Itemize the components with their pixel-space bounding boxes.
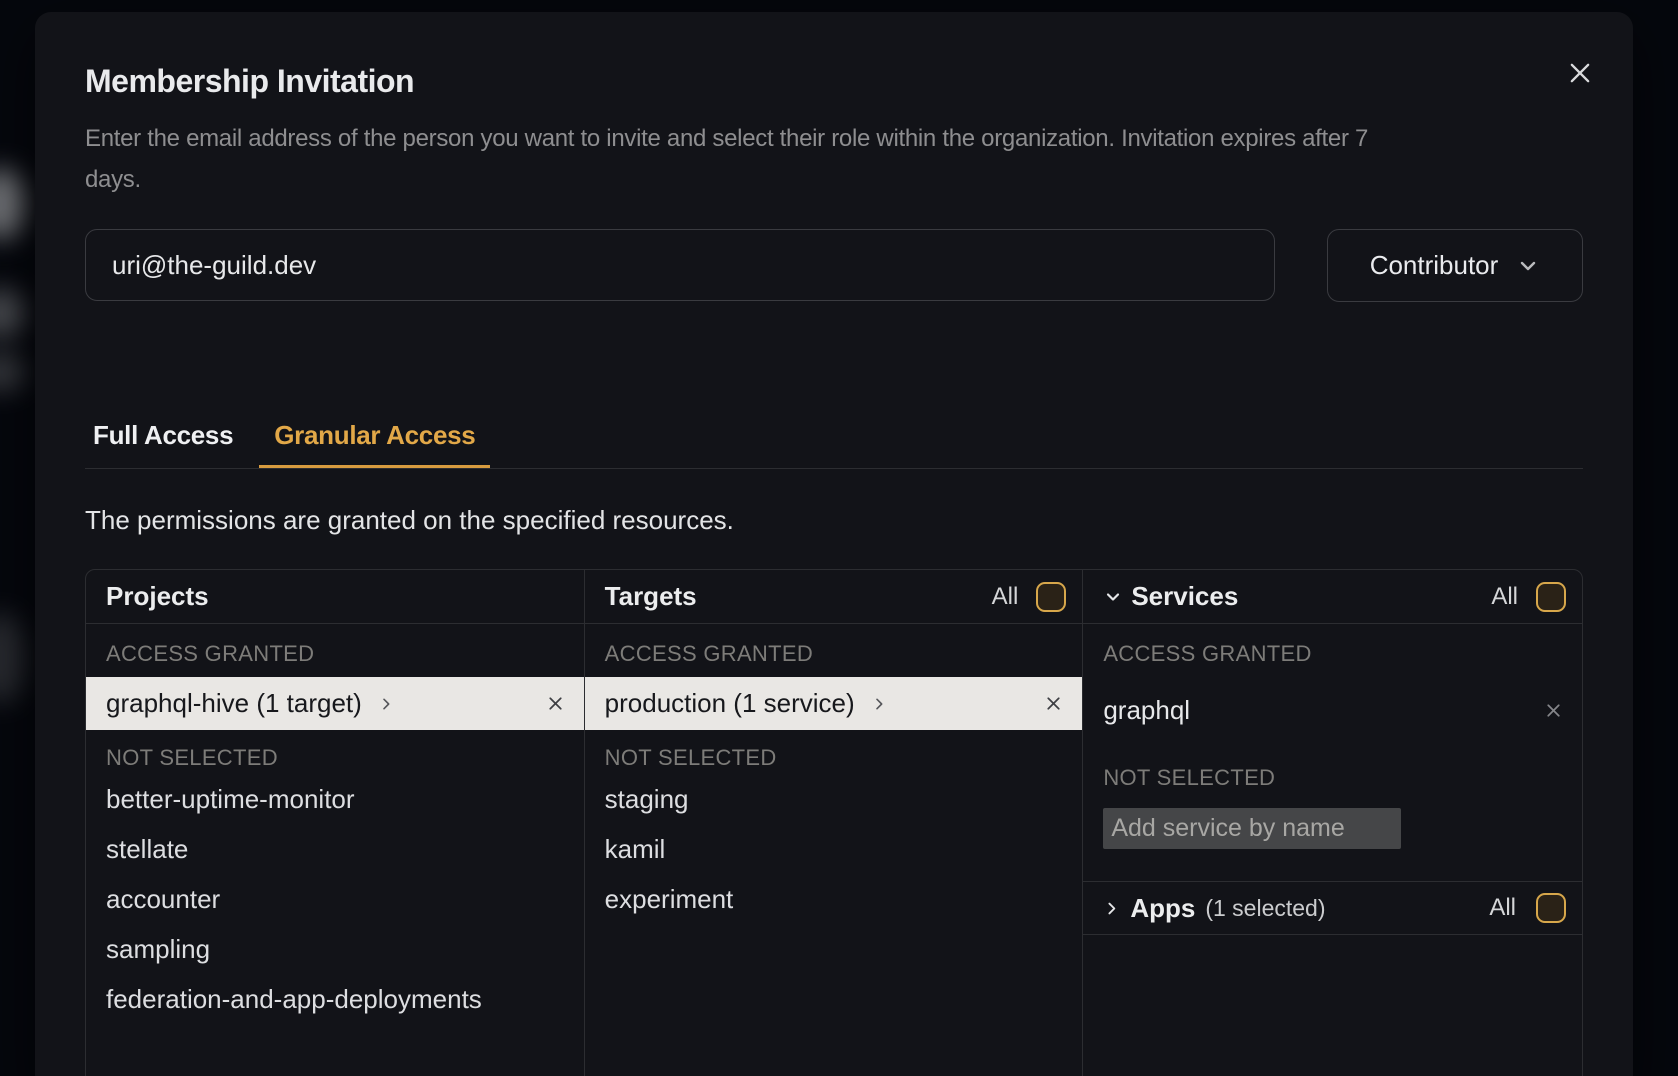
screen-background: Membership Invitation Enter the email ad… — [0, 0, 1678, 1076]
targets-list: stagingkamilexperiment — [585, 774, 1083, 924]
remove-project-icon[interactable] — [545, 693, 566, 714]
close-icon — [1566, 59, 1594, 87]
resource-list-item[interactable]: sampling — [86, 924, 584, 974]
backdrop-blur-blob — [0, 288, 26, 338]
apps-title: Apps — [1130, 893, 1195, 924]
description-line: Enter the email address of the person yo… — [85, 118, 1583, 159]
selected-target-row[interactable]: production (1 service) — [585, 677, 1083, 730]
targets-column-title: Targets — [605, 581, 697, 612]
role-select-value: Contributor — [1370, 250, 1499, 281]
targets-header: Targets All — [585, 570, 1083, 624]
targets-all-label: All — [992, 583, 1019, 611]
close-button[interactable] — [1563, 56, 1597, 90]
dialog-title: Membership Invitation — [85, 63, 1583, 100]
remove-service-icon[interactable] — [1543, 700, 1564, 721]
chevron-down-icon — [1103, 587, 1123, 607]
description-line: days. — [85, 159, 1583, 200]
selected-target-label: production (1 service) — [605, 688, 855, 719]
email-input[interactable] — [85, 229, 1275, 301]
projects-header: Projects — [86, 570, 584, 624]
remove-target-icon[interactable] — [1043, 693, 1064, 714]
dialog-description: Enter the email address of the person yo… — [85, 118, 1583, 200]
granted-service-row[interactable]: graphql — [1083, 682, 1582, 738]
backdrop-blur-blob — [0, 168, 26, 240]
targets-all-checkbox[interactable] — [1036, 582, 1066, 612]
projects-column: Projects ACCESS GRANTED graphql-hive (1 … — [86, 570, 585, 1076]
selected-project-label: graphql-hive (1 target) — [106, 688, 362, 719]
targets-not-selected-label: NOT SELECTED — [585, 742, 1083, 774]
resource-list-item[interactable]: federation-and-app-deployments — [86, 974, 584, 1024]
services-not-selected-label: NOT SELECTED — [1083, 762, 1582, 794]
role-select[interactable]: Contributor — [1327, 229, 1583, 302]
backdrop-blur-blob — [0, 352, 26, 392]
services-all-label: All — [1491, 583, 1518, 611]
resource-list-item[interactable]: stellate — [86, 824, 584, 874]
apps-count: (1 selected) — [1205, 895, 1325, 922]
apps-row[interactable]: Apps (1 selected) All — [1083, 881, 1582, 935]
targets-access-granted-label: ACCESS GRANTED — [585, 638, 1083, 670]
projects-column-title: Projects — [106, 581, 209, 612]
chevron-down-icon — [1516, 254, 1540, 278]
resources-table: Projects ACCESS GRANTED graphql-hive (1 … — [85, 569, 1583, 1076]
resource-list-item[interactable]: better-uptime-monitor — [86, 774, 584, 824]
services-column-title: Services — [1131, 581, 1238, 612]
chevron-right-icon — [378, 696, 394, 712]
services-access-granted-label: ACCESS GRANTED — [1083, 638, 1582, 670]
resource-list-item[interactable]: accounter — [86, 874, 584, 924]
projects-list: better-uptime-monitorstellateaccountersa… — [86, 774, 584, 1024]
backdrop-blur-blob — [0, 612, 26, 704]
services-column: Services All ACCESS GRANTED graphql NOT … — [1083, 570, 1582, 1076]
membership-invitation-dialog: Membership Invitation Enter the email ad… — [35, 12, 1633, 1076]
services-all-checkbox[interactable] — [1536, 582, 1566, 612]
tab-granular-access[interactable]: Granular Access — [259, 420, 490, 468]
add-service-input[interactable] — [1103, 808, 1401, 849]
selected-project-row[interactable]: graphql-hive (1 target) — [86, 677, 584, 730]
access-tabs: Full Access Granular Access — [85, 420, 1583, 469]
resource-list-item[interactable]: experiment — [585, 874, 1083, 924]
granted-service-label: graphql — [1103, 695, 1190, 726]
resource-list-item[interactable]: kamil — [585, 824, 1083, 874]
chevron-right-icon — [1103, 900, 1120, 917]
projects-access-granted-label: ACCESS GRANTED — [86, 638, 584, 670]
invite-form-row: Contributor — [85, 229, 1583, 302]
tab-full-access[interactable]: Full Access — [85, 420, 245, 468]
permissions-note: The permissions are granted on the speci… — [85, 505, 1583, 536]
targets-column: Targets All ACCESS GRANTED production (1… — [585, 570, 1084, 1076]
apps-all-label: All — [1489, 894, 1516, 922]
services-header[interactable]: Services All — [1083, 570, 1582, 624]
projects-not-selected-label: NOT SELECTED — [86, 742, 584, 774]
resource-list-item[interactable]: staging — [585, 774, 1083, 824]
chevron-right-icon — [871, 696, 887, 712]
apps-all-checkbox[interactable] — [1536, 893, 1566, 923]
